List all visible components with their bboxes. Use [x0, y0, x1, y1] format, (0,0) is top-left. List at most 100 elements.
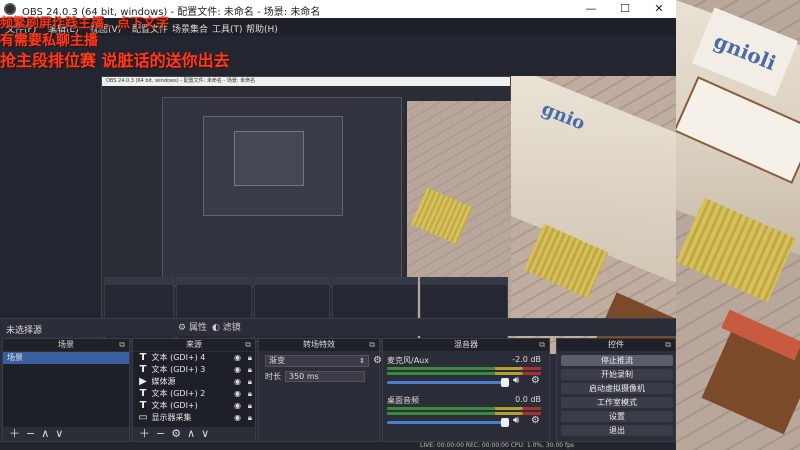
menu-scene-collection[interactable]: 场景集合: [172, 22, 208, 35]
overlay-text-line-1: 频繁刷屏作践主播，点下文字: [0, 16, 170, 31]
add-icon[interactable]: ＋: [9, 427, 20, 440]
move-up-icon[interactable]: ∧: [41, 427, 49, 440]
remove-icon[interactable]: −: [26, 427, 35, 440]
game-scene-background: gnioli: [676, 0, 800, 450]
source-item[interactable]: ▶ 媒体源 ◉ 🔒︎: [133, 376, 255, 388]
source-item[interactable]: T 文本 (GDI+) ◉ 🔒︎: [133, 400, 255, 412]
source-toolbar: 未选择源 ⚙ 属性 ◐ 滤镜: [0, 318, 676, 336]
nested-panel-header: [105, 278, 173, 285]
sources-list: T 文本 (GDI+) 4 ◉ 🔒︎ T 文本 (GDI+) 3 ◉ 🔒︎ ▶ 媒体源 ◉…: [133, 352, 255, 428]
scenes-toolbar: ＋ − ∧ ∨: [3, 427, 129, 441]
scenes-dock-title: 场景: [58, 340, 74, 349]
channel-db: 0.0 dB: [515, 395, 541, 404]
channel-name: 桌面音频: [387, 396, 419, 405]
source-label: 显示器采集: [151, 413, 192, 422]
channel-db: -2.0 dB: [512, 355, 541, 364]
source-item[interactable]: T 文本 (GDI+) 3 ◉ 🔒︎: [133, 364, 255, 376]
close-button[interactable]: ✕: [642, 0, 676, 18]
source-label: 文本 (GDI+) 3: [151, 365, 206, 374]
duration-row: 时长 350 ms: [265, 371, 365, 382]
gear-icon[interactable]: ⚙: [531, 375, 540, 386]
popout-icon[interactable]: ⧉: [369, 339, 375, 351]
nested-preview-2: [162, 97, 402, 287]
gear-icon[interactable]: ⚙: [373, 355, 382, 366]
move-up-icon[interactable]: ∧: [187, 427, 195, 440]
lock-icon[interactable]: 🔒︎: [248, 364, 252, 376]
lock-icon[interactable]: 🔒︎: [248, 412, 252, 424]
source-item[interactable]: T 文本 (GDI+) 4 ◉ 🔒︎: [133, 352, 255, 364]
popout-icon[interactable]: ⧉: [539, 339, 545, 351]
gear-icon[interactable]: ⚙: [171, 427, 181, 440]
speaker-icon[interactable]: 🔊︎: [513, 375, 519, 386]
controls-dock-title: 控件: [608, 340, 624, 349]
source-label: 文本 (GDI+) 4: [151, 353, 206, 362]
volume-meter: [387, 367, 541, 370]
eye-icon[interactable]: ◉: [234, 412, 241, 424]
maximize-button[interactable]: ☐: [608, 0, 642, 18]
controls-dock: 控件 ⧉ 停止推流 开始录制 启动虚拟摄像机 工作室模式 设置 退出: [556, 338, 676, 442]
preview-canvas[interactable]: OBS 24.0.3 (64 bit, windows) - 配置文件: 未命名…: [0, 36, 676, 354]
slider-knob[interactable]: [501, 418, 509, 427]
start-virtual-camera-button[interactable]: 启动虚拟摄像机: [561, 383, 673, 394]
nested-window-title: OBS 24.0.3 (64 bit, windows) - 配置文件: 未命名…: [106, 78, 256, 84]
nested-panel-header: [333, 278, 417, 285]
popout-icon[interactable]: ⧉: [245, 339, 251, 351]
nested-rug: [411, 187, 473, 245]
source-item[interactable]: ▭ 显示器采集 ◉ 🔒︎: [133, 412, 255, 424]
menu-help[interactable]: 帮助(H): [246, 22, 278, 35]
lock-icon[interactable]: 🔒︎: [248, 352, 252, 364]
transition-selected-value: 渐变: [269, 356, 285, 365]
sources-dock-header: 来源 ⧉: [133, 339, 255, 351]
eye-icon[interactable]: ◉: [234, 388, 241, 400]
scene-item[interactable]: 场景: [3, 352, 129, 364]
slider-knob[interactable]: [501, 378, 509, 387]
duration-input[interactable]: 350 ms: [285, 371, 365, 382]
filters-button[interactable]: ◐ 滤镜: [206, 321, 247, 335]
eye-icon[interactable]: ◉: [234, 352, 241, 364]
lock-icon[interactable]: 🔒︎: [248, 388, 252, 400]
eye-icon[interactable]: ◉: [234, 400, 241, 412]
settings-button[interactable]: 设置: [561, 411, 673, 422]
text-icon: T: [139, 352, 147, 363]
nested-panel-header: [177, 278, 251, 285]
nested-preview-3: [203, 116, 343, 216]
lock-icon[interactable]: 🔒︎: [248, 376, 252, 388]
mixer-dock: 混音器 ⧉ 麦克风/Aux -2.0 dB 🔊︎ ⚙ 桌面音频 0.0 dB 🔊︎…: [382, 338, 550, 442]
source-item[interactable]: T 文本 (GDI+) 2 ◉ 🔒︎: [133, 388, 255, 400]
exit-button[interactable]: 退出: [561, 425, 673, 436]
nested-title-bar: OBS 24.0.3 (64 bit, windows) - 配置文件: 未命名…: [102, 77, 510, 86]
properties-label: 属性: [188, 323, 207, 333]
source-label: 文本 (GDI+): [151, 401, 198, 410]
popout-icon[interactable]: ⧉: [665, 339, 671, 351]
eye-icon[interactable]: ◉: [234, 376, 241, 388]
studio-mode-button[interactable]: 工作室模式: [561, 397, 673, 408]
sources-dock-title: 来源: [186, 340, 202, 349]
start-recording-button[interactable]: 开始录制: [561, 369, 673, 380]
channel-name: 麦克风/Aux: [387, 356, 429, 365]
mixer-dock-title: 混音器: [454, 340, 478, 349]
gear-icon[interactable]: ⚙: [531, 415, 540, 426]
mixer-dock-header: 混音器 ⧉: [383, 339, 549, 351]
add-icon[interactable]: ＋: [139, 427, 150, 440]
speaker-icon[interactable]: 🔊︎: [513, 415, 519, 426]
no-source-selected-label: 未选择源: [6, 326, 43, 336]
controls-dock-header: 控件 ⧉: [557, 339, 675, 351]
gear-icon: ⚙: [178, 323, 187, 333]
remove-icon[interactable]: −: [156, 427, 165, 440]
menu-tools[interactable]: 工具(T): [212, 22, 243, 35]
transition-select[interactable]: 渐变 ⇕: [265, 355, 369, 367]
duration-label: 时长: [265, 372, 281, 381]
minimize-button[interactable]: —: [574, 0, 608, 18]
popout-icon[interactable]: ⧉: [119, 339, 125, 351]
transitions-dock-header: 转场特效 ⧉: [259, 339, 379, 351]
move-down-icon[interactable]: ∨: [55, 427, 63, 440]
stop-streaming-button[interactable]: 停止推流: [561, 355, 673, 366]
volume-slider[interactable]: [387, 418, 509, 427]
eye-icon[interactable]: ◉: [234, 364, 241, 376]
move-down-icon[interactable]: ∨: [201, 427, 209, 440]
status-text: LIVE: 00:00:00 REC: 00:00:00 CPU: 1.0%, …: [420, 442, 575, 449]
scenes-list: 场景: [3, 352, 129, 428]
volume-slider[interactable]: [387, 378, 509, 387]
lock-icon[interactable]: 🔒︎: [248, 400, 252, 412]
obs-window: OBS 24.0.3 (64 bit, windows) - 配置文件: 未命名…: [0, 0, 676, 450]
